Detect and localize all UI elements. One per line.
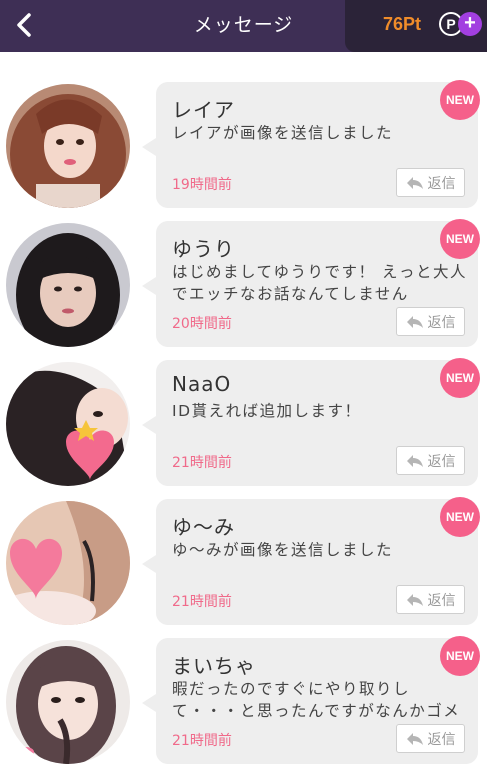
- chevron-left-icon: [17, 13, 31, 37]
- message-bubble[interactable]: NaaO ID貰えれば追加します！ 21時間前 返信: [142, 360, 478, 486]
- back-button[interactable]: [8, 9, 40, 41]
- message-bubble[interactable]: ゆ〜み ゆ〜みが画像を送信しました 21時間前 返信: [142, 499, 478, 625]
- points-panel[interactable]: 76Pt P +: [345, 0, 487, 52]
- reply-button[interactable]: 返信: [396, 168, 465, 197]
- new-badge: NEW: [440, 358, 480, 398]
- message-item[interactable]: NaaO ID貰えれば追加します！ 21時間前 返信 NEW: [0, 358, 487, 498]
- reply-arrow-icon: [406, 732, 423, 745]
- reply-label: 返信: [427, 314, 456, 331]
- new-badge: NEW: [440, 219, 480, 259]
- reply-button[interactable]: 返信: [396, 446, 465, 475]
- add-points-button[interactable]: +: [458, 12, 482, 36]
- message-bubble[interactable]: まいちゃ 暇だったのですぐにやり取りして・・・と思ったんですがなんかゴメンなさ …: [142, 638, 478, 764]
- message-item[interactable]: ゆうり はじめましてゆうりです！ えっと大人でエッチなお話なんてしません 20時…: [0, 219, 487, 359]
- sender-name: まいちゃ: [172, 654, 256, 678]
- message-time: 21時間前: [172, 455, 232, 471]
- message-item[interactable]: まいちゃ 暇だったのですぐにやり取りして・・・と思ったんですがなんかゴメンなさ …: [0, 636, 487, 776]
- reply-arrow-icon: [406, 593, 423, 606]
- new-badge: NEW: [440, 497, 480, 537]
- avatar[interactable]: [6, 84, 130, 208]
- reply-arrow-icon: [406, 454, 423, 467]
- message-bubble[interactable]: ゆうり はじめましてゆうりです！ えっと大人でエッチなお話なんてしません 20時…: [142, 221, 478, 347]
- message-preview: レイアが画像を送信しました: [172, 124, 394, 142]
- sender-name: ゆうり: [172, 237, 235, 261]
- avatar[interactable]: [6, 223, 130, 347]
- avatar[interactable]: [6, 501, 130, 625]
- new-badge: NEW: [440, 80, 480, 120]
- sender-name: ゆ〜み: [172, 515, 235, 539]
- avatar[interactable]: [6, 362, 130, 486]
- new-badge: NEW: [440, 636, 480, 676]
- message-list: レイア レイアが画像を送信しました 19時間前 返信 NEW ゆうり はじめまし…: [0, 52, 487, 779]
- reply-label: 返信: [427, 175, 456, 192]
- message-item[interactable]: ゆ〜み ゆ〜みが画像を送信しました 21時間前 返信 NEW: [0, 497, 487, 637]
- reply-button[interactable]: 返信: [396, 724, 465, 753]
- message-bubble[interactable]: レイア レイアが画像を送信しました 19時間前 返信: [142, 82, 478, 208]
- message-time: 20時間前: [172, 316, 232, 332]
- message-preview: はじめましてゆうりです！ えっと大人でエッチなお話なんてしません: [172, 263, 467, 303]
- sender-name: NaaO: [172, 372, 232, 396]
- message-preview: 暇だったのですぐにやり取りして・・・と思ったんですがなんかゴメンなさ: [172, 680, 461, 720]
- message-preview: ID貰えれば追加します！: [172, 402, 362, 420]
- message-time: 19時間前: [172, 177, 232, 193]
- message-time: 21時間前: [172, 733, 232, 749]
- reply-label: 返信: [427, 592, 456, 609]
- reply-arrow-icon: [406, 315, 423, 328]
- reply-button[interactable]: 返信: [396, 585, 465, 614]
- reply-label: 返信: [427, 731, 456, 748]
- app-header: メッセージ 76Pt P +: [0, 0, 487, 52]
- reply-label: 返信: [427, 453, 456, 470]
- message-time: 21時間前: [172, 594, 232, 610]
- points-balance: 76Pt: [383, 14, 422, 34]
- sender-name: レイア: [172, 98, 235, 122]
- avatar[interactable]: [6, 640, 130, 764]
- message-item[interactable]: レイア レイアが画像を送信しました 19時間前 返信 NEW: [0, 80, 487, 220]
- reply-arrow-icon: [406, 176, 423, 189]
- reply-button[interactable]: 返信: [396, 307, 465, 336]
- message-preview: ゆ〜みが画像を送信しました: [172, 541, 394, 559]
